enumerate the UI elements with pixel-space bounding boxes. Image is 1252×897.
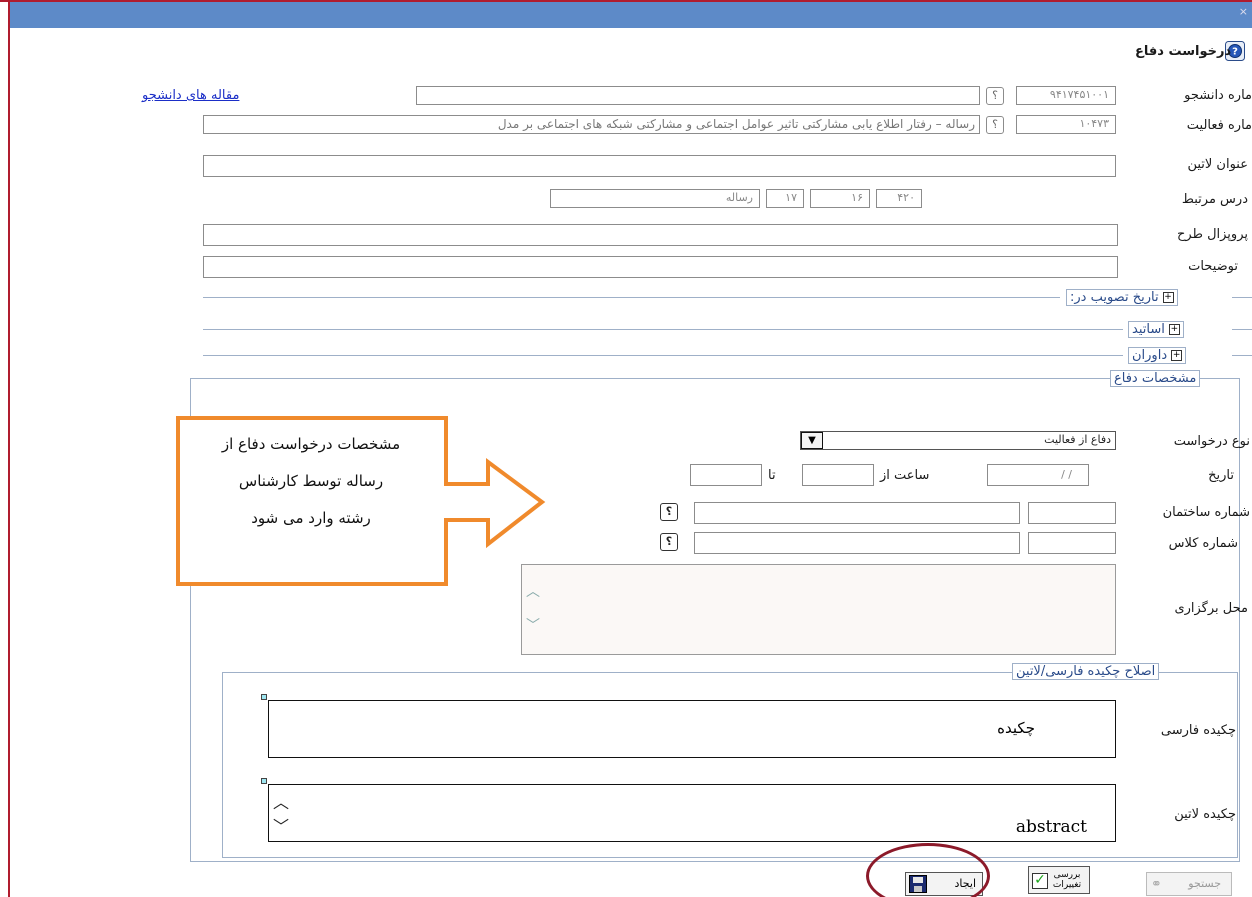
- request-type-value: دفاع از فعالیت: [1044, 433, 1111, 446]
- time-to-label: تا: [768, 468, 776, 483]
- course-name-value: رساله: [725, 191, 753, 204]
- close-icon[interactable]: ×: [1239, 5, 1248, 18]
- course-code-field: ۴۲۰: [876, 189, 922, 208]
- expand-icon: +: [1171, 350, 1183, 361]
- app-window: × ? درخواست دفاع مقاله های دانشجو ؟ ۹۴۱۷…: [0, 0, 1252, 897]
- latin-title-label: عنوان لاتین: [1187, 157, 1248, 172]
- course-units-value: ۱۷: [785, 191, 797, 204]
- annotation-line: رشته وارد می شود: [251, 509, 371, 527]
- activity-number-value: ۱۰۴۷۳: [1079, 117, 1109, 130]
- section-divider: [203, 297, 1060, 298]
- student-name-field[interactable]: [416, 86, 980, 105]
- abstract-fix-legend: اصلاح چکیده فارسی/لاتین: [1012, 663, 1160, 680]
- date-value: / /: [1061, 468, 1072, 481]
- section-referees[interactable]: +داوران: [1128, 347, 1187, 364]
- activity-description-field: رساله – رفتار اطلاع یابی مشارکتی تاثیر ع…: [203, 115, 980, 134]
- latin-abstract-textarea[interactable]: ︿ ﹀ abstract: [268, 784, 1116, 842]
- page-title: درخواست دفاع: [1135, 44, 1232, 59]
- building-lookup-button[interactable]: ؟: [660, 503, 678, 521]
- student-lookup-button[interactable]: ؟: [986, 87, 1004, 105]
- venue-textarea[interactable]: ︿ ﹀: [521, 564, 1116, 655]
- check-icon: ✓: [1032, 873, 1048, 889]
- svg-text:?: ?: [1232, 47, 1238, 58]
- course-code-value: ۴۲۰: [897, 191, 915, 204]
- latin-abstract-value: abstract: [1015, 817, 1087, 837]
- section-professors[interactable]: +اساتید: [1128, 321, 1184, 338]
- scroll-down-icon[interactable]: ﹀: [526, 615, 540, 635]
- class-number-label: شماره کلاس: [1168, 536, 1238, 551]
- search-button[interactable]: ⚭ جستجو: [1146, 872, 1232, 896]
- time-from-label: ساعت از: [880, 468, 930, 483]
- frame-border: [8, 0, 10, 897]
- resize-handle[interactable]: [261, 694, 267, 700]
- activity-lookup-button[interactable]: ؟: [986, 116, 1004, 134]
- review-changes-label: بررسی تغییرات: [1052, 870, 1082, 890]
- latin-abstract-label: چکیده لاتین: [1174, 807, 1236, 822]
- annotation-line: رساله توسط کارشناس: [238, 472, 384, 490]
- section-divider: [1232, 355, 1252, 356]
- venue-label: محل برگزاری: [1174, 601, 1248, 616]
- search-button-label: جستجو: [1188, 877, 1221, 890]
- frame-border: [0, 0, 1252, 2]
- annotation-line: مشخصات درخواست دفاع از: [221, 435, 401, 453]
- chevron-down-icon[interactable]: ▼: [801, 432, 823, 449]
- course-name-field: رساله: [550, 189, 760, 208]
- student-number-label: ماره دانشجو: [1184, 88, 1252, 103]
- course-units-field: ۱۷: [766, 189, 804, 208]
- window-titlebar: ×: [10, 2, 1252, 28]
- building-name-field[interactable]: [694, 502, 1020, 524]
- class-number-input[interactable]: [1028, 532, 1116, 554]
- activity-description-value: رساله – رفتار اطلاع یابی مشارکتی تاثیر ع…: [497, 117, 975, 131]
- proposal-input[interactable]: [203, 224, 1118, 246]
- class-lookup-button[interactable]: ؟: [660, 533, 678, 551]
- activity-number-field[interactable]: ۱۰۴۷۳: [1016, 115, 1116, 134]
- binoculars-icon: ⚭: [1151, 877, 1162, 892]
- description-input[interactable]: [203, 256, 1118, 278]
- expand-icon: +: [1162, 292, 1174, 303]
- student-number-field[interactable]: ۹۴۱۷۴۵۱۰۰۱: [1016, 86, 1116, 105]
- latin-title-input[interactable]: [203, 155, 1116, 177]
- persian-abstract-value: چکیده: [997, 719, 1035, 737]
- building-number-input[interactable]: [1028, 502, 1116, 524]
- section-approval-date-label: تاریخ تصویب در:: [1070, 290, 1159, 305]
- expand-icon: +: [1168, 324, 1180, 335]
- time-from-input[interactable]: [802, 464, 874, 486]
- persian-abstract-textarea[interactable]: چکیده: [268, 700, 1116, 758]
- request-type-select[interactable]: دفاع از فعالیت: [800, 431, 1116, 450]
- related-course-label: درس مرتبط: [1181, 192, 1248, 207]
- activity-number-label: ماره فعالیت: [1186, 118, 1252, 133]
- resize-handle[interactable]: [261, 778, 267, 784]
- section-approval-date[interactable]: +تاریخ تصویب در:: [1066, 289, 1178, 306]
- description-label: توضیحات: [1188, 259, 1238, 274]
- section-divider: [1232, 329, 1252, 330]
- section-divider: [203, 329, 1123, 330]
- section-divider: [1232, 297, 1252, 298]
- review-changes-button[interactable]: ✓ بررسی تغییرات: [1028, 866, 1090, 894]
- date-label: تاریخ: [1208, 468, 1234, 483]
- date-input[interactable]: / /: [987, 464, 1089, 486]
- proposal-label: پروپزال طرح: [1177, 227, 1248, 242]
- persian-abstract-label: چکیده فارسی: [1160, 723, 1236, 738]
- course-group-field: ۱۶: [810, 189, 870, 208]
- section-divider: [203, 355, 1123, 356]
- scroll-up-icon[interactable]: ︿: [273, 789, 289, 813]
- student-number-value: ۹۴۱۷۴۵۱۰۰۱: [1049, 88, 1109, 101]
- building-number-label: شماره ساختمان: [1162, 505, 1250, 520]
- section-professors-label: اساتید: [1132, 322, 1165, 337]
- course-group-value: ۱۶: [851, 191, 863, 204]
- request-type-label: نوع درخواست: [1173, 434, 1250, 449]
- time-to-input[interactable]: [690, 464, 762, 486]
- student-articles-link[interactable]: مقاله های دانشجو: [142, 88, 239, 103]
- defense-specs-legend: مشخصات دفاع: [1110, 370, 1201, 387]
- annotation-text: مشخصات درخواست دفاع از رساله توسط کارشنا…: [176, 426, 446, 537]
- section-referees-label: داوران: [1132, 348, 1168, 363]
- class-name-field[interactable]: [694, 532, 1020, 554]
- scroll-down-icon[interactable]: ﹀: [273, 813, 289, 837]
